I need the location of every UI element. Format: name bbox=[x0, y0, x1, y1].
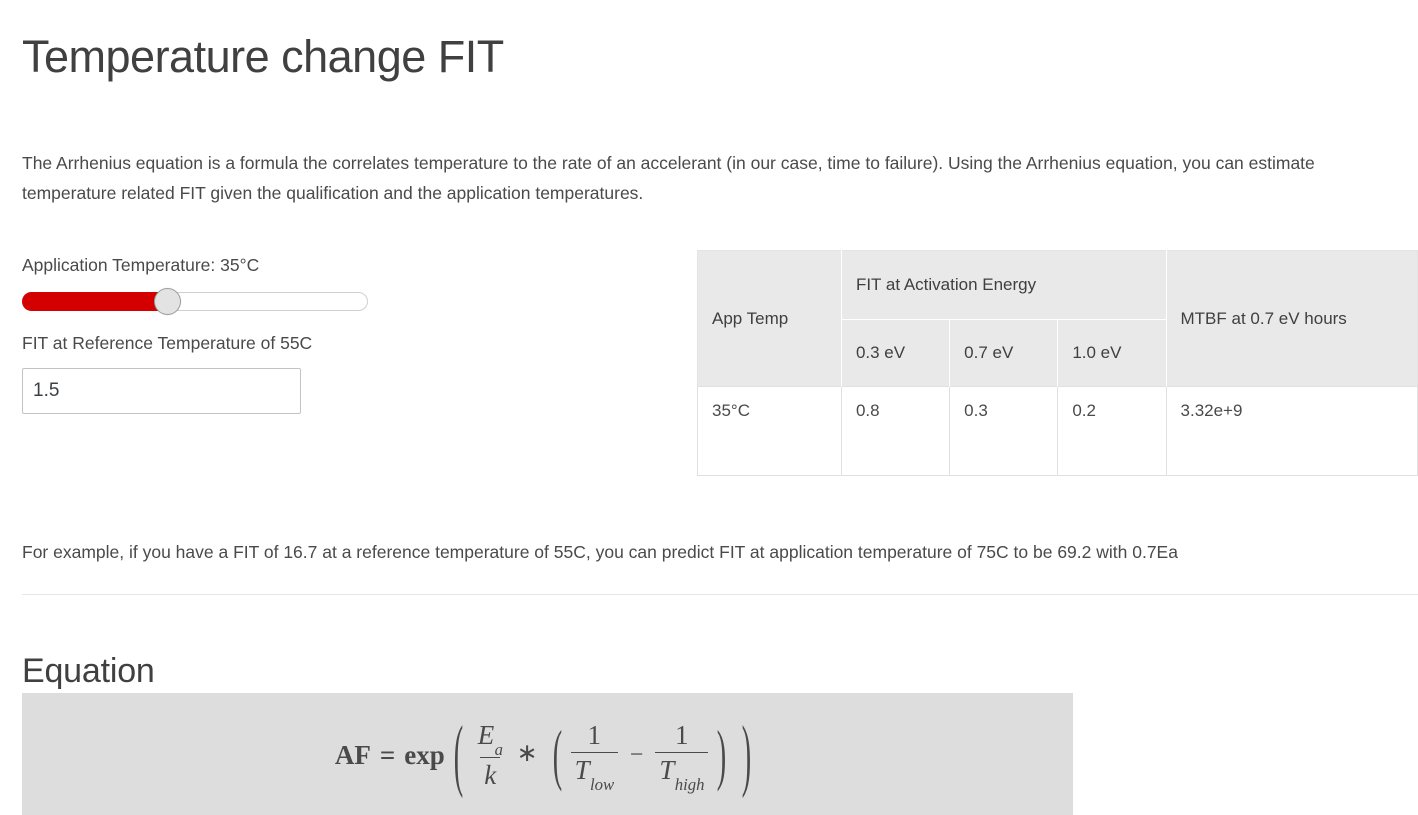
formula-rparen-inner: ) bbox=[716, 716, 727, 792]
formula-lparen-inner: ( bbox=[552, 716, 562, 792]
results-table: App Temp FIT at Activation Energy MTBF a… bbox=[697, 250, 1418, 476]
slider-label: Application Temperature: 35°C bbox=[22, 255, 260, 275]
header-ev-0-7: 0.7 eV bbox=[949, 319, 1059, 387]
intro-paragraph: The Arrhenius equation is a formula the … bbox=[22, 152, 1315, 203]
formula-af: AF bbox=[334, 739, 371, 770]
equation-section-title: Equation bbox=[22, 652, 155, 691]
formula-tlow-sub: low bbox=[589, 775, 615, 795]
slider-fill bbox=[22, 292, 168, 311]
formula-one-a: 1 bbox=[587, 720, 601, 750]
table-body: 35°C 0.8 0.3 0.2 3.32e+9 bbox=[697, 386, 1418, 476]
formula-lparen-outer: ( bbox=[453, 708, 463, 799]
cell-mtbf: 3.32e+9 bbox=[1165, 386, 1418, 476]
formula-one-b: 1 bbox=[674, 720, 689, 750]
formula-minus: − bbox=[629, 742, 644, 769]
formula-star: ∗ bbox=[516, 739, 538, 767]
table-row: 35°C 0.8 0.3 0.2 3.32e+9 bbox=[697, 386, 1418, 476]
equation-formula: AF = exp ( Ea k ∗ ( 1 Tlow − 1 Thigh)) bbox=[22, 713, 1073, 794]
formula-ea-sub: a bbox=[494, 740, 503, 760]
slider-thumb[interactable] bbox=[154, 288, 181, 315]
cell-fit-0-3: 0.8 bbox=[840, 386, 951, 476]
table-header-row-1: App Temp FIT at Activation Energy MTBF a… bbox=[697, 250, 1418, 387]
formula-equals: = bbox=[379, 739, 396, 770]
cell-fit-0-7: 0.3 bbox=[949, 386, 1059, 476]
formula-ea: E bbox=[477, 720, 495, 750]
page-title: Temperature change FIT bbox=[22, 31, 504, 83]
example-text: For example, if you have a FIT of 16.7 a… bbox=[22, 541, 1178, 562]
formula-frac-one-thigh: 1 Thigh bbox=[655, 720, 709, 794]
header-ev-1-0: 1.0 eV bbox=[1057, 319, 1167, 387]
formula-k: k bbox=[480, 756, 501, 789]
application-temperature-slider[interactable] bbox=[22, 283, 368, 315]
formula-thigh: T bbox=[659, 755, 675, 786]
header-fit-group: FIT at Activation Energy bbox=[840, 250, 1167, 320]
cell-fit-1-0: 0.2 bbox=[1057, 386, 1167, 476]
formula-tlow: T bbox=[574, 755, 590, 786]
fit-input-label: FIT at Reference Temperature of 55C bbox=[22, 333, 313, 353]
formula-rparen-outer: ) bbox=[741, 708, 752, 799]
equation-box: AF = exp ( Ea k ∗ ( 1 Tlow − 1 Thigh)) bbox=[22, 693, 1073, 815]
cell-app-temp: 35°C bbox=[697, 386, 842, 476]
header-mtbf: MTBF at 0.7 eV hours bbox=[1165, 250, 1418, 387]
fit-reference-input[interactable] bbox=[22, 368, 301, 414]
header-ev-0-3: 0.3 eV bbox=[840, 319, 951, 387]
table-head: App Temp FIT at Activation Energy MTBF a… bbox=[697, 250, 1418, 387]
controls-panel: Application Temperature: 35°C FIT at Ref… bbox=[22, 252, 442, 414]
formula-frac-one-tlow: 1 Tlow bbox=[570, 720, 618, 794]
formula-frac-ea-k: Ea k bbox=[474, 721, 507, 789]
formula-exp: exp bbox=[404, 739, 445, 770]
section-divider bbox=[22, 594, 1418, 595]
header-app-temp: App Temp bbox=[697, 250, 842, 387]
formula-thigh-sub: high bbox=[674, 775, 705, 795]
page-root: Temperature change FIT The Arrhenius equ… bbox=[0, 0, 1418, 815]
